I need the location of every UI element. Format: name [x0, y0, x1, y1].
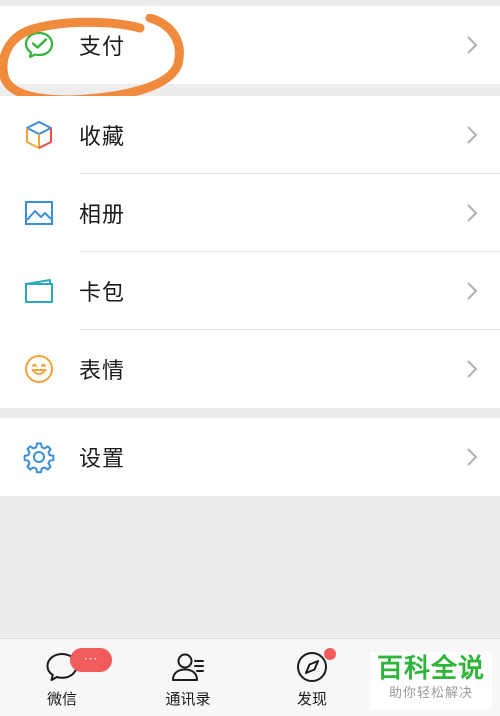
menu-item-favorites-label: 收藏	[79, 125, 126, 150]
cube-icon	[26, 121, 52, 149]
chevron-right-icon	[467, 282, 478, 300]
menu-item-settings[interactable]: 设置	[0, 418, 500, 496]
tab-chats-label: 微信	[46, 690, 77, 708]
chevron-right-icon	[467, 126, 478, 144]
watermark-logo: 百科全说 助你轻松解决	[370, 652, 492, 710]
chevron-right-icon	[467, 204, 478, 222]
menu-item-album-label: 相册	[79, 203, 126, 228]
chevron-right-icon	[467, 36, 478, 54]
menu-item-pay[interactable]: 支付	[0, 6, 500, 84]
menu-item-cards-label: 卡包	[79, 281, 126, 306]
tab-discover-label: 发现	[296, 690, 327, 708]
smiley-icon	[25, 355, 53, 383]
menu-item-favorites[interactable]: 收藏	[0, 96, 500, 174]
photo-icon	[25, 201, 53, 225]
menu-item-pay-label: 支付	[79, 35, 126, 60]
chevron-right-icon	[467, 448, 478, 466]
menu-item-settings-label: 设置	[79, 447, 126, 472]
menu-item-cards[interactable]: 卡包	[0, 252, 500, 330]
watermark-title: 百科全说	[376, 653, 485, 683]
unread-badge: ···	[70, 648, 112, 672]
chevron-right-icon	[467, 360, 478, 378]
menu-group-media: 收藏 相册 卡包 表情	[0, 96, 500, 408]
wechat-pay-icon	[24, 31, 54, 59]
card-wallet-icon	[25, 279, 53, 303]
tab-contacts-label: 通讯录	[165, 690, 211, 708]
menu-item-album[interactable]: 相册	[0, 174, 500, 252]
menu-item-stickers-label: 表情	[79, 359, 126, 384]
menu-group-pay: 支付	[0, 6, 500, 84]
menu-item-stickers[interactable]: 表情	[0, 330, 500, 408]
tab-contacts[interactable]: 通讯录	[138, 639, 238, 716]
new-content-dot	[324, 648, 336, 660]
watermark-subtitle: 助你轻松解决	[388, 686, 473, 701]
menu-group-settings: 设置	[0, 418, 500, 496]
contacts-icon	[172, 653, 204, 681]
gear-icon	[23, 442, 55, 474]
tab-discover[interactable]: 发现	[262, 639, 362, 716]
